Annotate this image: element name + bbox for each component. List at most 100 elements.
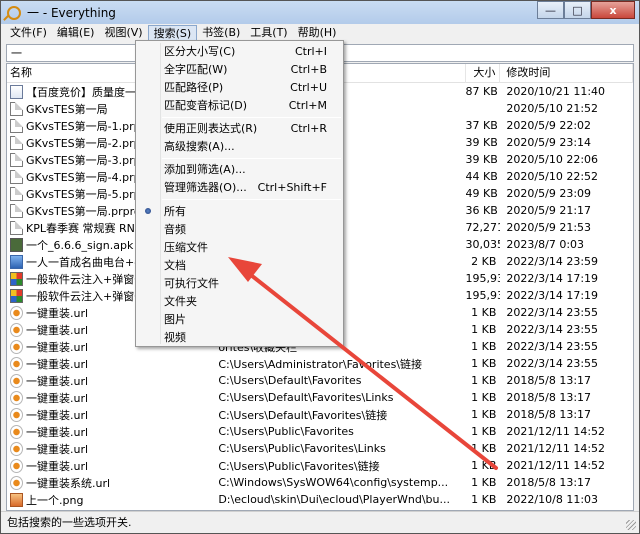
search-menu-item[interactable]: 添加到筛选(A)... (138, 161, 341, 178)
row-name-cell: 一键重装.url (7, 407, 214, 423)
menu-file[interactable]: 文件(F) (5, 25, 52, 42)
row-date: 2018/5/8 13:17 (506, 476, 592, 489)
search-menu-item[interactable]: 压缩文件 (138, 239, 341, 256)
row-size: 1 KB (471, 408, 497, 421)
search-menu-item-shortcut: Ctrl+M (288, 99, 327, 112)
search-menu-item[interactable]: 视频 (138, 329, 341, 346)
close-button[interactable]: x (591, 1, 635, 19)
url-icon (10, 339, 23, 354)
row-date: 2018/5/8 13:17 (506, 374, 592, 387)
minimize-button[interactable]: — (537, 1, 564, 19)
table-row[interactable]: 一键重装.url C:\Users\Default\Favorites 1 KB 20… (7, 372, 633, 389)
document-icon (10, 220, 23, 235)
row-date: 2018/5/8 13:17 (506, 391, 592, 404)
row-name-cell: 一键重装系统.url (7, 475, 214, 491)
row-size: 87 KB (465, 85, 498, 98)
search-menu-item[interactable]: 高级搜索(A)... (138, 138, 341, 155)
row-size: 39 KB (465, 153, 498, 166)
resize-grip-icon[interactable] (626, 520, 636, 530)
table-row[interactable]: 一键重装系统.url C:\Windows\SysWOW64\config\sys… (7, 474, 633, 491)
menu-separator (162, 199, 341, 200)
row-date: 2021/12/11 14:52 (506, 425, 606, 438)
menu-bookmarks[interactable]: 书签(B) (197, 25, 245, 42)
menu-search[interactable]: 搜索(S) (147, 24, 198, 42)
row-size: 36 KB (465, 204, 498, 217)
row-date: 2020/5/10 21:52 (506, 102, 599, 115)
search-menu-item[interactable]: 管理筛选器(O)... Ctrl+Shift+F (138, 179, 341, 196)
search-menu-item[interactable]: 使用正则表达式(R) Ctrl+R (138, 120, 341, 137)
row-name: 一键重装.url (26, 323, 89, 337)
search-menu-item[interactable]: 匹配路径(P) Ctrl+U (138, 79, 341, 96)
table-row[interactable]: 一键重装.url C:\Users\Public\Favorites 1 KB 202… (7, 423, 633, 440)
menu-view[interactable]: 视图(V) (99, 25, 147, 42)
search-menu-item-label: 使用正则表达式(R) (164, 122, 258, 135)
table-row[interactable]: 上一个.png D:\ecloud\skin\Dui\ecloud\PlayerW… (7, 491, 633, 508)
column-header-date[interactable]: 修改时间 (500, 64, 633, 83)
row-size: 2 KB (471, 255, 497, 268)
table-row[interactable]: 一键重装.url C:\Users\Administrator\Favorites… (7, 355, 633, 372)
column-header-size[interactable]: 大小 (466, 64, 501, 83)
menu-tools[interactable]: 工具(T) (245, 25, 292, 42)
row-date: 2022/3/14 17:19 (506, 272, 599, 285)
search-menu-item-label: 区分大小写(C) (164, 45, 236, 58)
search-menu-item[interactable]: 图片 (138, 311, 341, 328)
search-menu-item-label: 图片 (164, 313, 186, 326)
row-name: 一键重装系统.url (26, 476, 111, 490)
row-name: 【百度竞价】质量度一星( (26, 85, 152, 99)
row-path: C:\Users\Administrator\Favorites\链接 (218, 357, 423, 371)
table-row[interactable]: 一键重装.url C:\Users\Default\Favorites\Links… (7, 389, 633, 406)
status-text: 包括搜索的一些选项开关. (7, 516, 132, 529)
audio-icon (10, 254, 23, 269)
url-icon (10, 475, 23, 490)
table-row[interactable]: 一键重装.url C:\Users\Public\Favorites\链接 1 KB… (7, 457, 633, 474)
search-menu-item-shortcut: Ctrl+Shift+F (257, 181, 327, 194)
search-menu-item[interactable]: 可执行文件 (138, 275, 341, 292)
row-date: 2021/12/11 14:52 (506, 442, 606, 455)
url-icon (10, 407, 23, 422)
search-menu-item[interactable]: 匹配变音标记(D) Ctrl+M (138, 97, 341, 114)
menu-edit[interactable]: 编辑(E) (52, 25, 100, 42)
row-date: 2020/5/9 21:53 (506, 221, 592, 234)
row-size: 1 KB (471, 476, 497, 489)
search-menu-item[interactable]: 音频 (138, 221, 341, 238)
row-size: 1 KB (471, 425, 497, 438)
title-bar[interactable]: 一 - Everything — □ x (1, 1, 639, 24)
png-icon (10, 492, 23, 507)
row-name-cell: 一键重装.url (7, 458, 214, 474)
maximize-button[interactable]: □ (564, 1, 591, 19)
search-menu-item[interactable]: 文档 (138, 257, 341, 274)
row-path: C:\Users\Default\Favorites\Links (218, 391, 394, 404)
search-menu-item[interactable]: 区分大小写(C) Ctrl+I (138, 43, 341, 60)
row-date: 2022/3/14 23:55 (506, 340, 599, 353)
search-menu-item-label: 文档 (164, 259, 186, 272)
table-row[interactable]: 一键重装.url C:\Users\Default\Favorites\链接 1 K… (7, 406, 633, 423)
row-size: 195,939 KB (465, 272, 501, 285)
document-icon (10, 186, 23, 201)
table-row[interactable]: 一键重装.url C:\Users\Public\Favorites\Links 1… (7, 440, 633, 457)
row-size: 44 KB (465, 170, 498, 183)
row-size: 30,035 KB (465, 238, 501, 251)
search-menu-item-shortcut: Ctrl+U (290, 81, 327, 94)
row-name: GKvsTES第一局 (26, 102, 108, 116)
search-menu-item[interactable]: 文件夹 (138, 293, 341, 310)
row-name: 一键重装.url (26, 459, 89, 473)
search-menu-item-label: 添加到筛选(A)... (164, 163, 246, 176)
row-date: 2020/5/10 22:52 (506, 170, 599, 183)
search-dropdown-menu: 区分大小写(C) Ctrl+I 全字匹配(W) Ctrl+B 匹配路径(P) Ctrl+U… (135, 40, 344, 347)
search-menu-item-label: 音频 (164, 223, 186, 236)
row-name-cell: 一键重装.url (7, 356, 214, 372)
exe-icon (10, 271, 23, 286)
search-menu-item[interactable]: 所有 (138, 203, 341, 220)
row-size: 1 KB (471, 357, 497, 370)
row-name: 一键重装.url (26, 425, 89, 439)
search-menu-item-label: 全字匹配(W) (164, 63, 228, 76)
menu-separator (162, 158, 341, 159)
document-icon (10, 152, 23, 167)
url-icon (10, 322, 23, 337)
row-name: 一键重装.url (26, 374, 89, 388)
url-icon (10, 441, 23, 456)
search-menu-item[interactable]: 全字匹配(W) Ctrl+B (138, 61, 341, 78)
row-date: 2020/5/9 21:17 (506, 204, 592, 217)
menu-help[interactable]: 帮助(H) (293, 25, 342, 42)
row-date: 2018/5/8 13:17 (506, 408, 592, 421)
